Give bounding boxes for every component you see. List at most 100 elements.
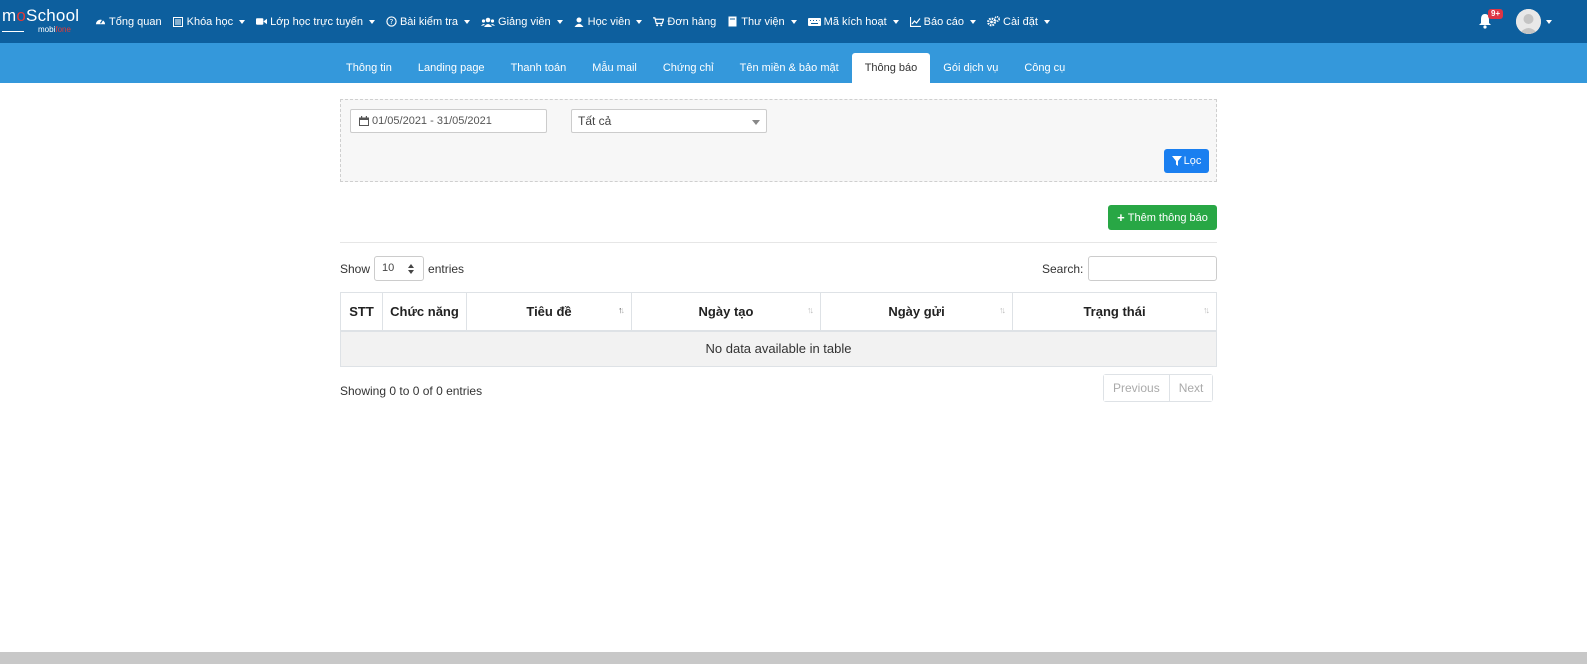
nav-label: Khóa học xyxy=(186,15,234,28)
column-header-chuc-nang: Chức năng xyxy=(382,292,467,332)
nav-item-tong-quan[interactable]: Tổng quan xyxy=(95,16,162,28)
add-button-label: Thêm thông báo xyxy=(1127,211,1208,224)
nav-label: Thư viện xyxy=(741,15,785,28)
nav-label: Cài đặt xyxy=(1003,15,1038,28)
next-page-button[interactable]: Next xyxy=(1168,375,1213,401)
tab-goi-dich-vu[interactable]: Gói dịch vụ xyxy=(930,53,1011,83)
table-row: No data available in table xyxy=(340,330,1217,367)
user-icon xyxy=(574,16,585,27)
nav-label: Tổng quan xyxy=(109,15,162,28)
svg-text:?: ? xyxy=(390,17,394,26)
horizontal-scrollbar[interactable] xyxy=(0,652,1587,664)
chevron-down-icon xyxy=(368,19,375,24)
tab-chung-chi[interactable]: Chứng chỉ xyxy=(650,53,727,83)
nav-label: Giảng viên xyxy=(498,15,551,28)
nav-label: Học viên xyxy=(587,15,631,28)
calendar-icon xyxy=(359,116,369,126)
column-header-stt: STT xyxy=(340,292,383,332)
question-icon: ? xyxy=(386,16,397,27)
nav-item-bao-cao[interactable]: Báo cáo xyxy=(909,15,977,28)
column-header-trang-thai[interactable]: Trạng thái ↑↓ xyxy=(1012,292,1217,332)
date-range-input[interactable]: 01/05/2021 - 31/05/2021 xyxy=(350,109,547,133)
sort-icon: ↑↓ xyxy=(807,305,814,315)
dashboard-icon xyxy=(95,16,106,27)
main-nav: Tổng quan Khóa học Lớp học trực tuyến ? … xyxy=(95,0,1061,43)
users-icon xyxy=(481,16,496,27)
nav-label: Báo cáo xyxy=(923,15,965,28)
notification-badge: 9+ xyxy=(1488,9,1504,19)
filter-button[interactable]: Lọc xyxy=(1164,149,1209,173)
chevron-down-icon xyxy=(408,270,415,274)
table-header-row: STT Chức năng Tiêu đề ↑↓ Ngày tạo ↑↓ Ngày … xyxy=(340,292,1217,332)
chevron-down-icon xyxy=(752,120,760,125)
show-label: Show xyxy=(340,261,371,276)
page-length-select[interactable]: 10 xyxy=(374,256,425,281)
nav-item-lop-hoc-truc-tuyen[interactable]: Lớp học trực tuyến xyxy=(256,16,375,28)
nav-item-hoc-vien[interactable]: Học viên xyxy=(574,16,643,28)
chevron-down-icon xyxy=(239,19,246,24)
divider xyxy=(340,242,1217,243)
nav-item-cai-dat[interactable]: Cài đặt xyxy=(987,16,1050,28)
cart-icon xyxy=(653,16,665,27)
chevron-down-icon[interactable] xyxy=(1546,20,1552,24)
pagination: Previous Next xyxy=(1103,374,1214,402)
chevron-down-icon xyxy=(1043,19,1050,24)
status-select-value: Tất cả xyxy=(578,114,612,128)
nav-item-don-hang[interactable]: Đơn hàng xyxy=(653,16,716,28)
search-input[interactable] xyxy=(1088,256,1218,281)
video-icon xyxy=(256,16,268,27)
chevron-up-icon xyxy=(408,264,415,268)
nav-label: Mã kích hoạt xyxy=(823,15,887,28)
brand-logo[interactable]: moSchool mobifone xyxy=(2,7,82,37)
entries-label: entries xyxy=(428,261,465,276)
column-header-ngay-tao[interactable]: Ngày tạo ↑↓ xyxy=(631,292,821,332)
nav-item-ma-kich-hoat[interactable]: Mã kích hoạt xyxy=(807,15,899,28)
logo-underline xyxy=(2,31,24,32)
page-length-value: 10 xyxy=(382,262,395,274)
add-notification-button[interactable]: + Thêm thông báo xyxy=(1108,205,1217,230)
date-range-value: 01/05/2021 - 31/05/2021 xyxy=(372,115,492,127)
cogs-icon xyxy=(987,16,1001,27)
filter-icon xyxy=(1171,156,1182,166)
chevron-down-icon xyxy=(556,19,563,24)
empty-table-message: No data available in table xyxy=(340,330,1217,367)
keyboard-icon xyxy=(807,16,821,27)
tabs: Thông tin Landing page Thanh toán Mẫu ma… xyxy=(333,53,1078,83)
sort-icon: ↑↓ xyxy=(1203,305,1210,315)
column-header-tieu-de[interactable]: Tiêu đề ↑↓ xyxy=(466,292,632,332)
nav-item-thu-vien[interactable]: Thư viện xyxy=(727,15,797,28)
chevron-down-icon xyxy=(464,19,471,24)
chevron-down-icon xyxy=(790,19,797,24)
tab-landing-page[interactable]: Landing page xyxy=(405,53,498,83)
nav-label: Bài kiểm tra xyxy=(399,15,459,28)
tab-mau-mail[interactable]: Mẫu mail xyxy=(579,53,650,83)
nav-item-bai-kiem-tra[interactable]: ? Bài kiểm tra xyxy=(386,15,471,28)
avatar[interactable] xyxy=(1516,9,1541,34)
tab-cong-cu[interactable]: Công cụ xyxy=(1011,53,1078,83)
filter-panel: 01/05/2021 - 31/05/2021 Tất cả Lọc xyxy=(340,99,1217,182)
top-navbar: moSchool mobifone Tổng quan Khóa học Lớp… xyxy=(0,0,1587,43)
book-icon xyxy=(727,16,738,27)
column-header-ngay-gui[interactable]: Ngày gửi ↑↓ xyxy=(820,292,1013,332)
user-avatar-icon xyxy=(1516,9,1541,34)
search-label: Search: xyxy=(1042,261,1084,276)
nav-item-giang-vien[interactable]: Giảng viên xyxy=(481,16,563,28)
page-length-control: Show 10 entries xyxy=(340,256,464,281)
logo-text: moSchool xyxy=(2,6,80,25)
previous-page-button[interactable]: Previous xyxy=(1104,375,1169,401)
tab-thanh-toan[interactable]: Thanh toán xyxy=(498,53,580,83)
tab-thong-bao[interactable]: Thông báo xyxy=(851,53,931,83)
plus-icon: + xyxy=(1117,210,1125,225)
tab-thong-tin[interactable]: Thông tin xyxy=(333,53,405,83)
chart-icon xyxy=(909,16,921,27)
filter-button-label: Lọc xyxy=(1183,155,1202,167)
notifications-table: STT Chức năng Tiêu đề ↑↓ Ngày tạo ↑↓ Ngày … xyxy=(340,292,1217,367)
table-info: Showing 0 to 0 of 0 entries xyxy=(340,384,483,398)
chevron-down-icon xyxy=(636,19,643,24)
chevron-down-icon xyxy=(892,19,899,24)
chevron-down-icon xyxy=(970,19,977,24)
nav-item-khoa-hoc[interactable]: Khóa học xyxy=(173,15,246,28)
settings-tab-bar: Thông tin Landing page Thanh toán Mẫu ma… xyxy=(0,43,1587,83)
tab-ten-mien-bao-mat[interactable]: Tên miền & bảo mật xyxy=(727,53,852,83)
status-select[interactable]: Tất cả xyxy=(571,109,767,133)
